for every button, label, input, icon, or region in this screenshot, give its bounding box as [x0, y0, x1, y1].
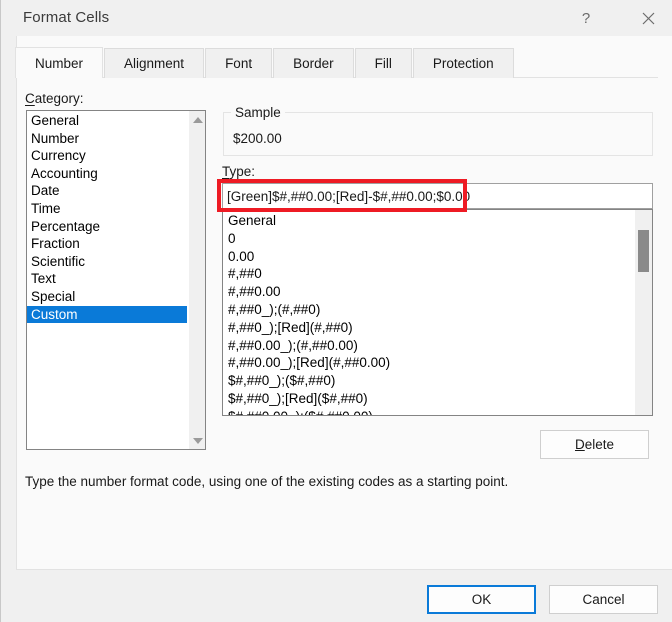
window-title: Format Cells — [23, 9, 110, 26]
list-item[interactable]: Currency — [27, 147, 187, 165]
format-list-scrollbar[interactable] — [635, 210, 652, 415]
tabstrip: Number Alignment Font Border Fill Protec… — [15, 47, 515, 78]
format-code-listbox[interactable]: General 0 0.00 #,##0 #,##0.00 #,##0_);(#… — [222, 209, 653, 416]
list-item[interactable]: Fraction — [27, 235, 187, 253]
category-label: Category: — [25, 91, 84, 106]
list-item[interactable]: General — [223, 212, 635, 230]
sample-group-box — [223, 112, 653, 156]
list-item[interactable]: Accounting — [27, 165, 187, 183]
list-item[interactable]: #,##0.00_);[Red](#,##0.00) — [223, 354, 635, 372]
list-item[interactable]: Text — [27, 270, 187, 288]
list-item[interactable]: #,##0.00 — [223, 283, 635, 301]
list-item[interactable]: Scientific — [27, 253, 187, 271]
category-listbox[interactable]: General Number Currency Accounting Date … — [26, 110, 206, 450]
type-label: Type: — [222, 164, 256, 179]
list-item[interactable]: 0 — [223, 230, 635, 248]
list-item[interactable]: $#,##0_);[Red]($#,##0) — [223, 390, 635, 408]
delete-button-label: Delete — [574, 437, 615, 452]
list-item[interactable]: Number — [27, 130, 187, 148]
list-item[interactable]: Special — [27, 288, 187, 306]
sample-label: Sample — [231, 105, 285, 120]
tab-font[interactable]: Font — [205, 48, 273, 78]
tab-protection[interactable]: Protection — [412, 48, 514, 78]
type-input[interactable] — [222, 183, 653, 209]
scrollbar-thumb[interactable] — [638, 230, 649, 272]
format-code-list-items: General 0 0.00 #,##0 #,##0.00 #,##0_);(#… — [223, 212, 635, 415]
tab-fill[interactable]: Fill — [354, 48, 412, 78]
category-scrollbar[interactable] — [188, 111, 205, 449]
list-item[interactable]: Time — [27, 200, 187, 218]
title-bar: Format Cells ? — [2, 0, 672, 36]
list-item[interactable]: General — [27, 112, 187, 130]
tab-alignment[interactable]: Alignment — [104, 48, 205, 78]
category-list-items: General Number Currency Accounting Date … — [27, 112, 187, 324]
list-item[interactable]: #,##0 — [223, 265, 635, 283]
list-item[interactable]: Date — [27, 182, 187, 200]
cancel-button[interactable]: Cancel — [549, 585, 658, 614]
list-item[interactable]: Percentage — [27, 218, 187, 236]
list-item[interactable]: #,##0.00_);(#,##0.00) — [223, 337, 635, 355]
help-icon[interactable]: ? — [564, 4, 608, 32]
delete-button[interactable]: Delete — [540, 430, 649, 459]
triangle-down-icon[interactable] — [189, 432, 205, 449]
list-item[interactable]: $#,##0.00_);($#,##0.00) — [223, 408, 635, 415]
format-cells-dialog: Format Cells ? Number Alignment Font Bor… — [0, 0, 672, 622]
list-item[interactable]: 0.00 — [223, 248, 635, 266]
ok-button[interactable]: OK — [427, 585, 536, 614]
sample-value: $200.00 — [233, 131, 282, 146]
close-icon[interactable] — [626, 4, 670, 32]
triangle-up-icon[interactable] — [189, 111, 205, 128]
list-item[interactable]: #,##0_);(#,##0) — [223, 301, 635, 319]
hint-text: Type the number format code, using one o… — [25, 474, 509, 489]
list-item[interactable]: $#,##0_);($#,##0) — [223, 372, 635, 390]
list-item-selected[interactable]: Custom — [27, 305, 187, 324]
tab-border[interactable]: Border — [273, 48, 354, 78]
tab-number[interactable]: Number — [15, 47, 104, 78]
list-item[interactable]: #,##0_);[Red](#,##0) — [223, 319, 635, 337]
